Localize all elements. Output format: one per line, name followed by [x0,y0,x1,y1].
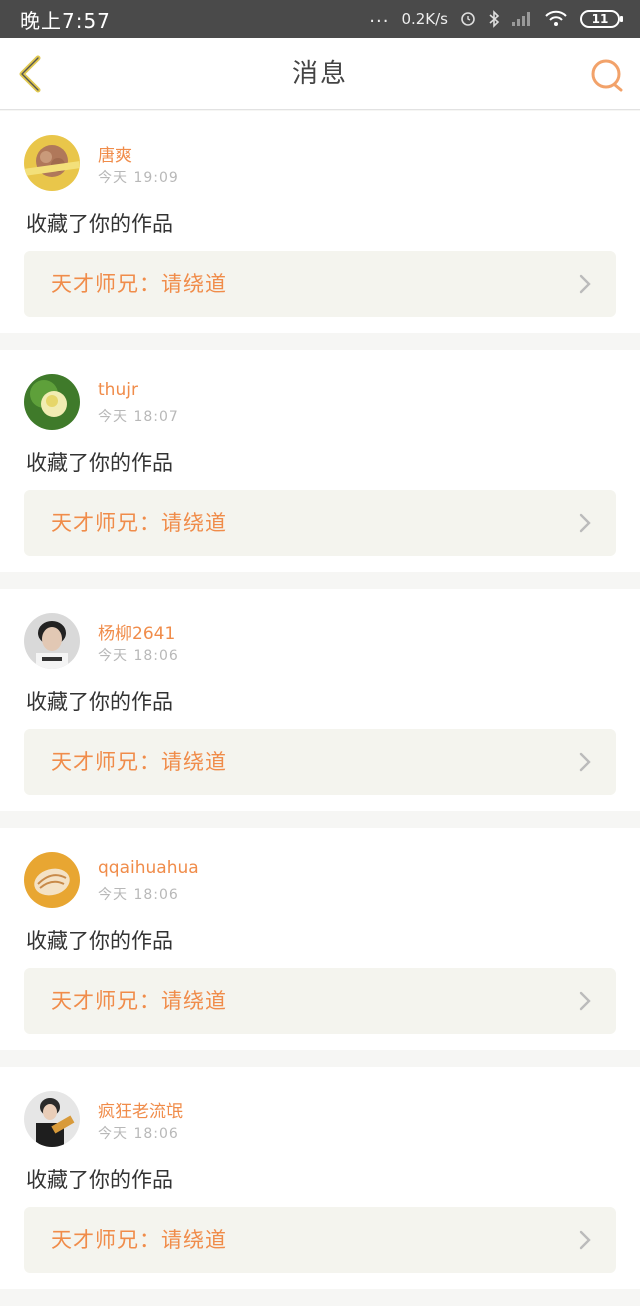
work-title: 天才师兄：请绕道 [51,511,227,535]
avatar[interactable] [24,1091,80,1147]
work-link[interactable]: 天才师兄：请绕道 [24,490,616,556]
username[interactable]: qqaihuahua [98,858,199,878]
chevron-right-icon [579,274,591,294]
action-text: 收藏了你的作品 [26,212,173,236]
timestamp: 今天 18:06 [98,648,179,664]
alarm-icon [461,12,475,26]
work-link[interactable]: 天才师兄：请绕道 [24,729,616,795]
work-title: 天才师兄：请绕道 [51,1228,227,1252]
net-speed: 0.2K/s [401,10,448,28]
timestamp: 今天 18:06 [98,1126,179,1142]
message-card: 唐爽 今天 19:09 收藏了你的作品 天才师兄：请绕道 [0,111,640,333]
work-link[interactable]: 天才师兄：请绕道 [24,968,616,1034]
action-text: 收藏了你的作品 [26,929,173,953]
chevron-right-icon [579,752,591,772]
avatar[interactable] [24,374,80,430]
username[interactable]: 杨柳2641 [98,619,175,644]
message-list: 唐爽 今天 19:09 收藏了你的作品 天才师兄：请绕道 thujr 今天 18… [0,111,640,1306]
username[interactable]: 唐爽 [98,141,132,166]
status-time: 晚上7:57 [20,8,111,33]
username[interactable]: 疯狂老流氓 [98,1097,183,1122]
avatar[interactable] [24,852,80,908]
battery-level: 11 [591,12,609,26]
search-button[interactable] [588,56,626,94]
chevron-right-icon [579,513,591,533]
bluetooth-icon [489,10,500,28]
header: 消息 [0,38,640,110]
username[interactable]: thujr [98,380,138,400]
work-title: 天才师兄：请绕道 [51,989,227,1013]
message-card: qqaihuahua 今天 18:06 收藏了你的作品 天才师兄：请绕道 [0,828,640,1050]
status-bar: 晚上7:57 ... 0.2K/s 11 [0,0,640,38]
timestamp: 今天 18:07 [98,409,179,425]
work-link[interactable]: 天才师兄：请绕道 [24,251,616,317]
chevron-right-icon [579,991,591,1011]
more-dots-icon: ... [369,5,390,27]
battery-icon: 11 [580,10,623,28]
work-title: 天才师兄：请绕道 [51,272,227,296]
page-title: 消息 [291,59,348,89]
signal-icon [512,12,530,26]
timestamp: 今天 18:06 [98,887,179,903]
work-link[interactable]: 天才师兄：请绕道 [24,1207,616,1273]
message-card: 疯狂老流氓 今天 18:06 收藏了你的作品 天才师兄：请绕道 [0,1067,640,1289]
wifi-icon [545,10,567,26]
message-card: 杨柳2641 今天 18:06 收藏了你的作品 天才师兄：请绕道 [0,589,640,811]
avatar[interactable] [24,135,80,191]
action-text: 收藏了你的作品 [26,451,173,475]
message-card: thujr 今天 18:07 收藏了你的作品 天才师兄：请绕道 [0,350,640,572]
chevron-right-icon [579,1230,591,1250]
status-icons: ... 0.2K/s 11 [369,6,623,28]
action-text: 收藏了你的作品 [26,1168,173,1192]
timestamp: 今天 19:09 [98,170,179,186]
work-title: 天才师兄：请绕道 [51,750,227,774]
avatar[interactable] [24,613,80,669]
action-text: 收藏了你的作品 [26,690,173,714]
